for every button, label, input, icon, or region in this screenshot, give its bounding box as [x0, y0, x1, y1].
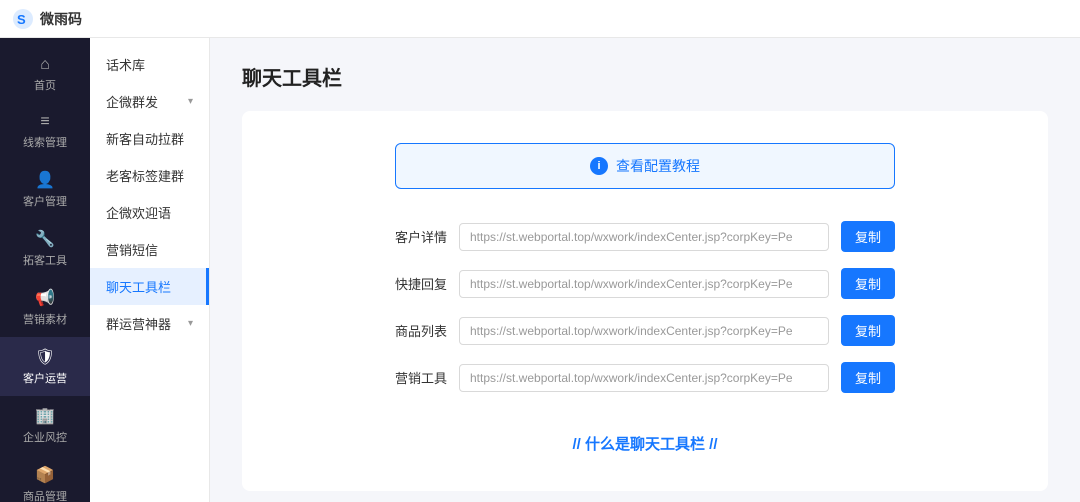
chevron-down-icon: ▾: [188, 96, 193, 107]
tutorial-button-label: 查看配置教程: [616, 156, 700, 176]
sidebar-item-label: 客户运营: [23, 370, 67, 386]
url-row-quick-reply: 快捷回复 复制: [395, 268, 895, 299]
chevron-down-icon-2: ▾: [188, 318, 193, 329]
content-card: i 查看配置教程 客户详情 复制 快捷回复 复制 商品列表: [242, 111, 1048, 491]
tutorial-button[interactable]: i 查看配置教程: [395, 143, 895, 189]
sec-item-scripts[interactable]: 话术库: [90, 46, 209, 83]
sidebar-item-marketing[interactable]: 📢 营销素材: [0, 278, 90, 337]
tools-icon: 🔧: [35, 229, 55, 249]
copy-btn-customer-detail[interactable]: 复制: [841, 221, 895, 252]
sec-item-tag-group[interactable]: 老客标签建群: [90, 157, 209, 194]
sec-item-group-ops[interactable]: 群运营神器 ▾: [90, 305, 209, 342]
url-input-product-list[interactable]: [459, 317, 829, 345]
sidebar: ⌂ 首页 ≡ 线索管理 👤 客户管理 🔧 拓客工具 📢 营销素材 🛡 客户运营 …: [0, 38, 90, 502]
sidebar-item-customer-ops[interactable]: 🛡 客户运营: [0, 337, 90, 396]
sec-item-mass-send[interactable]: 企微群发 ▾: [90, 83, 209, 120]
customers-icon: 👤: [35, 170, 55, 190]
sidebar-item-home[interactable]: ⌂ 首页: [0, 46, 90, 103]
sidebar-item-label: 客户管理: [23, 193, 67, 209]
info-icon: i: [590, 157, 608, 175]
main-content: 聊天工具栏 i 查看配置教程 客户详情 复制 快捷回复 复制: [210, 38, 1080, 502]
logo-text: 微雨码: [40, 9, 82, 29]
copy-btn-marketing-tools[interactable]: 复制: [841, 362, 895, 393]
sidebar-item-products[interactable]: 📦 商品管理: [0, 455, 90, 502]
enterprise-icon: 🏢: [35, 406, 55, 426]
url-rows: 客户详情 复制 快捷回复 复制 商品列表 复制 营销工具: [395, 221, 895, 393]
sidebar-item-label: 商品管理: [23, 488, 67, 502]
url-row-product-list: 商品列表 复制: [395, 315, 895, 346]
products-icon: 📦: [35, 465, 55, 485]
sec-item-auto-pull[interactable]: 新客自动拉群: [90, 120, 209, 157]
sidebar-item-label: 企业风控: [23, 429, 67, 445]
secondary-sidebar: 话术库 企微群发 ▾ 新客自动拉群 老客标签建群 企微欢迎语 营销短信 聊天工具…: [90, 38, 210, 502]
sec-item-welcome[interactable]: 企微欢迎语: [90, 194, 209, 231]
sidebar-item-label: 线索管理: [23, 134, 67, 150]
bottom-label: // 什么是聊天工具栏 //: [572, 436, 717, 453]
url-input-marketing-tools[interactable]: [459, 364, 829, 392]
url-label-customer-detail: 客户详情: [395, 227, 447, 246]
sidebar-item-customers[interactable]: 👤 客户管理: [0, 160, 90, 219]
url-row-customer-detail: 客户详情 复制: [395, 221, 895, 252]
url-input-quick-reply[interactable]: [459, 270, 829, 298]
marketing-icon: 📢: [35, 288, 55, 308]
customer-ops-icon: 🛡: [35, 347, 55, 367]
page-title: 聊天工具栏: [242, 62, 1048, 91]
sidebar-item-leads[interactable]: ≡ 线索管理: [0, 103, 90, 160]
bottom-section: // 什么是聊天工具栏 //: [282, 433, 1008, 454]
copy-btn-quick-reply[interactable]: 复制: [841, 268, 895, 299]
sec-item-sms[interactable]: 营销短信: [90, 231, 209, 268]
logo: S 微雨码: [12, 8, 82, 30]
url-input-customer-detail[interactable]: [459, 223, 829, 251]
sidebar-item-label: 首页: [34, 77, 56, 93]
copy-btn-product-list[interactable]: 复制: [841, 315, 895, 346]
layout: ⌂ 首页 ≡ 线索管理 👤 客户管理 🔧 拓客工具 📢 营销素材 🛡 客户运营 …: [0, 38, 1080, 502]
leads-icon: ≡: [40, 113, 49, 131]
sidebar-item-label: 营销素材: [23, 311, 67, 327]
sidebar-item-label: 拓客工具: [23, 252, 67, 268]
url-label-product-list: 商品列表: [395, 321, 447, 340]
logo-icon: S: [12, 8, 34, 30]
topbar: S 微雨码: [0, 0, 1080, 38]
url-label-marketing-tools: 营销工具: [395, 368, 447, 387]
sidebar-item-tools[interactable]: 🔧 拓客工具: [0, 219, 90, 278]
home-icon: ⌂: [40, 56, 50, 74]
sidebar-item-enterprise[interactable]: 🏢 企业风控: [0, 396, 90, 455]
svg-text:S: S: [17, 12, 26, 27]
url-row-marketing-tools: 营销工具 复制: [395, 362, 895, 393]
sec-item-chat-toolbar[interactable]: 聊天工具栏: [90, 268, 209, 305]
url-label-quick-reply: 快捷回复: [395, 274, 447, 293]
